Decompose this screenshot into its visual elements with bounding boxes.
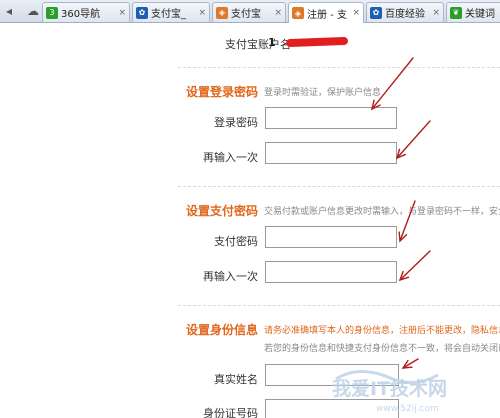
close-icon[interactable]: ×	[432, 8, 440, 18]
shield-icon: ◈	[216, 6, 228, 19]
tab-label: 支付宝_	[151, 9, 186, 20]
pay-password-input[interactable]	[265, 226, 397, 248]
login-password-label: 登录密码	[214, 116, 258, 129]
id-number-input[interactable]	[265, 399, 399, 418]
account-value: 1	[268, 36, 276, 49]
360-logo: 3	[46, 6, 58, 19]
real-name-input[interactable]	[265, 364, 399, 386]
close-icon[interactable]: ×	[118, 8, 126, 18]
browser-tab[interactable]: ❦ 关键词	[446, 2, 500, 22]
annotation-arrowhead	[401, 359, 413, 369]
pay-password-confirm-input[interactable]	[265, 261, 397, 283]
leaf-icon: ❦	[450, 6, 462, 19]
login-password-hint: 登录时需验证，保护账户信息	[264, 88, 382, 98]
login-password-confirm-input[interactable]	[265, 142, 397, 164]
close-icon[interactable]: ×	[352, 8, 360, 18]
pay-password-confirm-label: 再输入一次	[203, 270, 258, 283]
browser-tab[interactable]: ✿ 支付宝_ ×	[132, 2, 210, 22]
browser-tab[interactable]: ◈ 支付宝 ×	[212, 2, 286, 22]
real-name-label: 真实姓名	[214, 373, 258, 386]
identity-hint-secondary: 若您的身份信息和快捷支付身份信息不一致，将会自动关闭已	[264, 344, 500, 354]
browser-tab[interactable]: 3 360导航 ×	[42, 2, 130, 22]
tab-label: 支付宝	[231, 9, 261, 20]
close-icon[interactable]: ×	[274, 8, 282, 18]
shield-icon: ◈	[292, 7, 304, 19]
close-icon[interactable]: ×	[198, 8, 206, 18]
pay-password-label: 支付密码	[214, 235, 258, 248]
tab-label: 关键词	[465, 9, 495, 20]
back-button[interactable]: ◂	[0, 2, 18, 19]
annotation-arrow	[399, 250, 431, 281]
redaction-mark	[285, 36, 349, 48]
browser-tab-bar: ◂ ☁ 3 360导航 × ✿ 支付宝_ × ◈ 支付宝 × ◈ 注册 - 支 × ✿ 百度经验 × ❦ 关键词	[0, 0, 500, 23]
browser-tab[interactable]: ✿ 百度经验 ×	[366, 2, 444, 22]
pay-password-hint: 交易付款或账户信息更改时需输入，与登录密码不一样，安全级	[264, 207, 500, 217]
cloud-icon[interactable]: ☁	[24, 2, 42, 19]
identity-hint: 请务必准确填写本人的身份信息，注册后不能更改，隐私信息	[264, 326, 500, 336]
tab-label: 百度经验	[385, 9, 425, 20]
section-divider	[178, 305, 500, 306]
annotation-arrow	[396, 120, 431, 159]
registration-page: 支付宝账户名 1 设置登录密码 登录时需验证，保护账户信息 登录密码 再输入一次…	[0, 23, 500, 418]
login-password-input[interactable]	[265, 107, 397, 129]
tab-label: 360导航	[61, 9, 101, 20]
annotation-arrowhead	[398, 270, 410, 282]
annotation-arrowhead	[398, 231, 408, 243]
section-divider	[178, 186, 500, 187]
browser-tab[interactable]: ◈ 注册 - 支 ×	[288, 2, 364, 23]
id-number-label: 身份证号码	[203, 407, 258, 418]
annotation-arrow	[371, 57, 414, 110]
paw-icon: ✿	[136, 6, 148, 19]
account-label: 支付宝账户名	[225, 38, 291, 51]
annotation-arrowhead	[395, 148, 407, 160]
section-divider	[178, 67, 500, 68]
login-password-title: 设置登录密码	[186, 85, 259, 99]
pay-password-title: 设置支付密码	[186, 204, 259, 218]
paw-icon: ✿	[370, 6, 382, 19]
annotation-arrow	[402, 358, 419, 369]
identity-title: 设置身份信息	[186, 323, 259, 337]
login-password-confirm-label: 再输入一次	[203, 151, 258, 164]
tab-label: 注册 - 支	[307, 9, 347, 21]
